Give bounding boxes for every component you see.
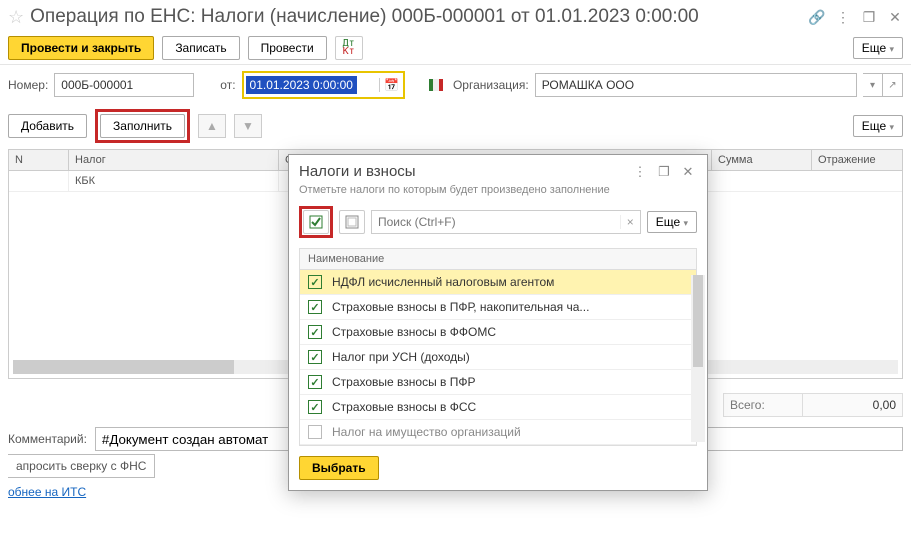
list-item-label: Налог при УСН (доходы) [332,350,470,364]
checkbox-icon[interactable]: ✓ [308,350,322,364]
col-tax: Налог [69,150,279,170]
date-field[interactable]: 01.01.2023 0:00:00 📅 [242,71,405,99]
popup-list-header: Наименование [299,248,697,270]
popup-kebab-icon[interactable]: ⋮ [631,164,649,180]
col-ref: Отражение [812,150,902,170]
org-open-icon[interactable]: ↗ [883,73,903,97]
org-field-controls: ▾ ↗ [863,73,903,97]
from-label: от: [220,78,235,92]
window-controls: 🔗 ⋮ ❐ ✕ [809,9,903,25]
fill-button[interactable]: Заполнить [100,114,185,138]
list-item-label: Страховые взносы в ПФР, накопительная ча… [332,300,589,314]
checkbox-icon[interactable]: ✓ [308,300,322,314]
list-item-label: Страховые взносы в ФФОМС [332,325,496,339]
table-toolbar: Добавить Заполнить ▲ ▼ Еще ▾ [0,105,911,147]
popup-search-input[interactable] [372,215,620,229]
move-up-button[interactable]: ▲ [198,114,226,138]
list-item[interactable]: ✓ Страховые взносы в ФФОМС [300,320,696,345]
popup-restore-icon[interactable]: ❐ [655,164,673,180]
chevron-down-icon: ▾ [889,44,894,54]
more-button-top[interactable]: Еще ▾ [853,37,903,59]
highlight-check-all [299,206,333,238]
totals-label: Всего: [723,393,803,417]
popup-close-icon[interactable]: ✕ [679,164,697,180]
kebab-menu-icon[interactable]: ⋮ [835,9,851,25]
list-item-label: Страховые взносы в ФСС [332,400,476,414]
popup-title: Налоги и взносы [299,163,625,180]
col-sum: Сумма [712,150,812,170]
window-restore-icon[interactable]: ❐ [861,9,877,25]
chevron-down-icon: ▾ [889,122,894,132]
list-item-label: Страховые взносы в ПФР [332,375,476,389]
totals-value: 0,00 [803,393,903,417]
save-button[interactable]: Записать [162,36,239,60]
checkbox-icon[interactable]: ✓ [308,400,322,414]
popup-list: ✓ НДФЛ исчисленный налоговым агентом ✓ С… [299,270,697,446]
title-bar: ☆ Операция по ЕНС: Налоги (начисление) 0… [0,0,911,32]
favorite-star-icon[interactable]: ☆ [8,7,24,28]
more-on-its-link[interactable]: обнее на ИТС [8,485,86,499]
list-item[interactable]: ✓ НДФЛ исчисленный налоговым агентом [300,270,696,295]
request-reconciliation-button[interactable]: апросить сверку с ФНС [8,454,155,478]
org-label: Организация: [453,78,529,92]
popup-more-button[interactable]: Еще ▾ [647,211,697,233]
uncheck-all-icon [345,215,359,229]
link-icon[interactable]: 🔗 [809,9,825,25]
highlight-fill: Заполнить [95,109,190,143]
col-n: N [9,150,69,170]
taxes-popup: Налоги и взносы ⋮ ❐ ✕ Отметьте налоги по… [288,154,708,491]
add-button[interactable]: Добавить [8,114,87,138]
check-all-button[interactable] [303,210,329,234]
comment-label: Комментарий: [8,432,87,446]
list-item-label: Налог на имущество организаций [332,425,521,439]
app-window: ☆ Операция по ЕНС: Налоги (начисление) 0… [0,0,911,553]
list-item[interactable]: Налог на имущество организаций [300,420,696,445]
list-item-label: НДФЛ исчисленный налоговым агентом [332,275,554,289]
close-icon[interactable]: ✕ [887,9,903,25]
popup-subtitle: Отметьте налоги по которым будет произве… [289,184,707,202]
date-value: 01.01.2023 0:00:00 [246,76,357,94]
list-item[interactable]: ✓ Налог при УСН (доходы) [300,345,696,370]
window-title: Операция по ЕНС: Налоги (начисление) 000… [30,6,809,28]
more-button-table[interactable]: Еще ▾ [853,115,903,137]
org-flag-icon [429,79,443,91]
checkbox-icon[interactable]: ✓ [308,275,322,289]
popup-vscrollbar[interactable] [691,275,705,442]
list-item[interactable]: ✓ Страховые взносы в ФСС [300,395,696,420]
popup-footer: Выбрать [289,446,707,490]
uncheck-all-button[interactable] [339,210,365,234]
popup-titlebar: Налоги и взносы ⋮ ❐ ✕ [289,155,707,184]
list-item[interactable]: ✓ Страховые взносы в ПФР [300,370,696,395]
popup-search[interactable]: × [371,210,641,234]
col-kbk: КБК [69,171,279,191]
checkbox-icon[interactable] [308,425,322,439]
form-fields-row: Номер: 000Б-000001 от: 01.01.2023 0:00:0… [0,65,911,105]
checkbox-icon[interactable]: ✓ [308,375,322,389]
org-field[interactable]: РОМАШКА ООО [535,73,857,97]
list-item[interactable]: ✓ Страховые взносы в ПФР, накопительная … [300,295,696,320]
move-down-button[interactable]: ▼ [234,114,262,138]
calendar-icon[interactable]: 📅 [379,78,403,92]
debit-credit-icon[interactable]: ДтКт [335,36,363,60]
post-button[interactable]: Провести [248,36,327,60]
post-and-close-button[interactable]: Провести и закрыть [8,36,154,60]
main-toolbar: Провести и закрыть Записать Провести ДтК… [0,32,911,65]
clear-search-icon[interactable]: × [620,215,640,229]
number-label: Номер: [8,78,48,92]
org-dropdown-icon[interactable]: ▾ [863,73,883,97]
popup-toolbar: × Еще ▾ [289,202,707,242]
number-field[interactable]: 000Б-000001 [54,73,194,97]
select-button[interactable]: Выбрать [299,456,379,480]
check-all-icon [309,215,323,229]
checkbox-icon[interactable]: ✓ [308,325,322,339]
chevron-down-icon: ▾ [683,218,688,228]
